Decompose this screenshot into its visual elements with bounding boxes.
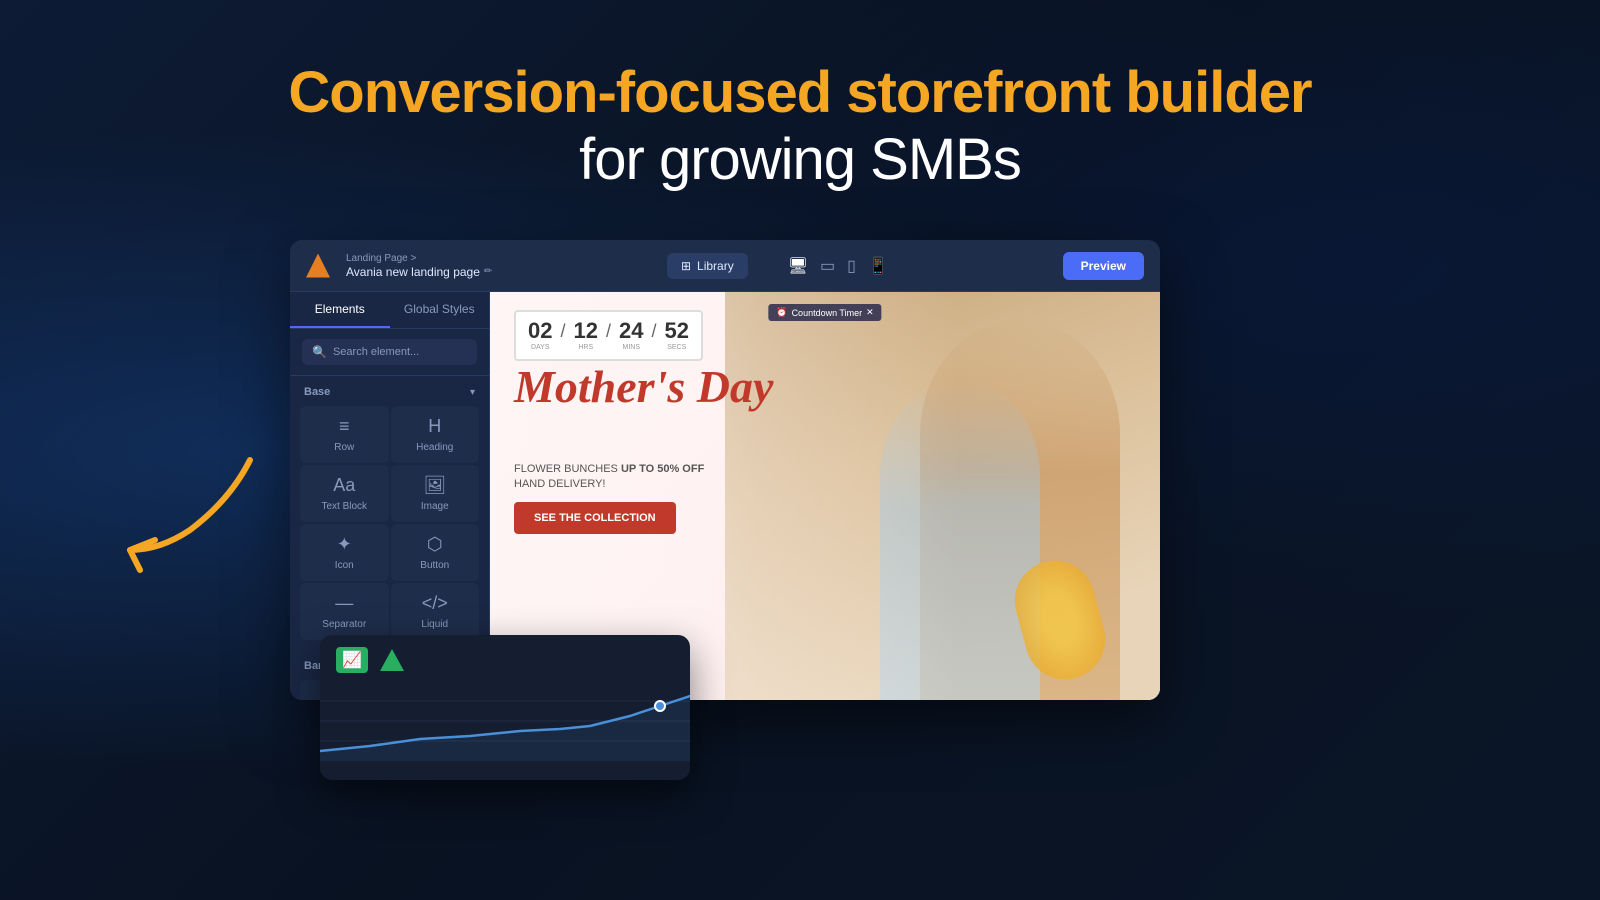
tab-global-styles[interactable]: Global Styles <box>390 292 490 328</box>
time-hrs: 12 HRS <box>574 320 598 351</box>
elements-grid: ≡ Row H Heading Aa Text Block 🖼 Image ✦ <box>290 406 489 650</box>
time-days: 02 DAYS <box>528 320 552 351</box>
analytics-chart-icon: 📈 <box>336 647 368 673</box>
library-icon: ⊞ <box>681 259 691 273</box>
sep-3: / <box>651 321 656 342</box>
element-row[interactable]: ≡ Row <box>300 406 389 463</box>
subtitle-line1: FLOWER BUNCHES UP TO 50% OFF <box>514 462 704 477</box>
button-icon: ⬡ <box>427 534 443 555</box>
base-section-header: Base ▾ <box>290 376 489 406</box>
analytics-card: 📈 <box>320 635 690 780</box>
analytics-triangle-icon <box>378 647 406 673</box>
breadcrumb-top: Landing Page > <box>346 253 492 264</box>
time-secs: 52 SECS <box>665 320 689 351</box>
sep-2: / <box>606 321 611 342</box>
row-icon: ≡ <box>339 416 350 437</box>
mobile-icon[interactable]: 📱 <box>868 256 888 276</box>
desktop-icon[interactable]: 🖥 <box>788 256 808 276</box>
countdown-wrap: 02 DAYS / 12 HRS / 24 MINS / <box>514 310 703 361</box>
tablet-portrait-icon[interactable]: ▯ <box>847 256 856 276</box>
cta-button[interactable]: SEE THE COLLECTION <box>514 502 676 534</box>
chart-icon-symbol: 📈 <box>342 650 362 670</box>
preview-button[interactable]: Preview <box>1063 252 1144 280</box>
subtitle-line2: HAND DELIVERY! <box>514 477 704 492</box>
search-placeholder-text: Search element... <box>333 346 419 358</box>
separator-icon: — <box>335 593 353 614</box>
icon-icon: ✦ <box>337 534 352 555</box>
element-text-block[interactable]: Aa Text Block <box>300 465 389 522</box>
image-icon: 🖼 <box>423 475 446 496</box>
text-block-icon: Aa <box>333 475 355 496</box>
arrow-decoration <box>110 440 270 585</box>
device-icons: 🖥 ▭ ▯ 📱 <box>788 256 888 276</box>
headline-orange: Conversion-focused storefront builder <box>0 60 1600 127</box>
builder-logo-icon <box>306 254 330 278</box>
chart-svg <box>320 681 690 761</box>
base-section-label: Base <box>304 386 330 398</box>
builder-topbar: Landing Page > Avania new landing page ✏… <box>290 240 1160 292</box>
element-separator[interactable]: — Separator <box>300 583 389 640</box>
element-liquid[interactable]: </> Liquid <box>391 583 480 640</box>
banner-subtitle: FLOWER BUNCHES UP TO 50% OFF HAND DELIVE… <box>514 462 704 493</box>
sidebar-tabs: Elements Global Styles <box>290 292 489 329</box>
triangle-up-icon <box>380 649 404 671</box>
sidebar-search-wrap: 🔍 Search element... <box>290 329 489 376</box>
tab-elements[interactable]: Elements <box>290 292 390 328</box>
breadcrumb-bottom: Avania new landing page ✏ <box>346 265 492 279</box>
headline-white: for growing SMBs <box>0 127 1600 194</box>
countdown-tooltip-text: Countdown Timer <box>792 308 863 318</box>
element-icon[interactable]: ✦ Icon <box>300 524 389 581</box>
library-button[interactable]: ⊞ Library <box>667 253 748 279</box>
builder-container: Landing Page > Avania new landing page ✏… <box>290 240 1160 700</box>
countdown-timer-box: 02 DAYS / 12 HRS / 24 MINS / <box>514 310 703 361</box>
search-input-container[interactable]: 🔍 Search element... <box>302 339 477 365</box>
tablet-landscape-icon[interactable]: ▭ <box>820 256 835 276</box>
search-icon: 🔍 <box>312 345 327 359</box>
sep-1: / <box>560 321 565 342</box>
countdown-tooltip: ⏰ Countdown Timer ✕ <box>768 304 881 321</box>
liquid-icon: </> <box>422 593 448 614</box>
heading-icon: H <box>428 416 441 437</box>
base-chevron-icon: ▾ <box>470 387 475 398</box>
mothers-day-headline: Mother's Day <box>514 362 773 413</box>
edit-icon[interactable]: ✏ <box>484 266 492 277</box>
countdown-tooltip-icon: ⏰ <box>776 307 787 318</box>
element-button[interactable]: ⬡ Button <box>391 524 480 581</box>
subtitle-bold: UP TO 50% OFF <box>621 463 704 475</box>
analytics-header: 📈 <box>320 635 690 681</box>
header-section: Conversion-focused storefront builder fo… <box>0 60 1600 193</box>
breadcrumb: Landing Page > Avania new landing page ✏ <box>346 253 492 279</box>
element-image[interactable]: 🖼 Image <box>391 465 480 522</box>
analytics-chart <box>320 681 690 761</box>
tooltip-close-icon[interactable]: ✕ <box>866 307 874 318</box>
element-heading[interactable]: H Heading <box>391 406 480 463</box>
time-mins: 24 MINS <box>619 320 643 351</box>
topbar-center: ⊞ Library 🖥 ▭ ▯ 📱 <box>508 253 1046 279</box>
